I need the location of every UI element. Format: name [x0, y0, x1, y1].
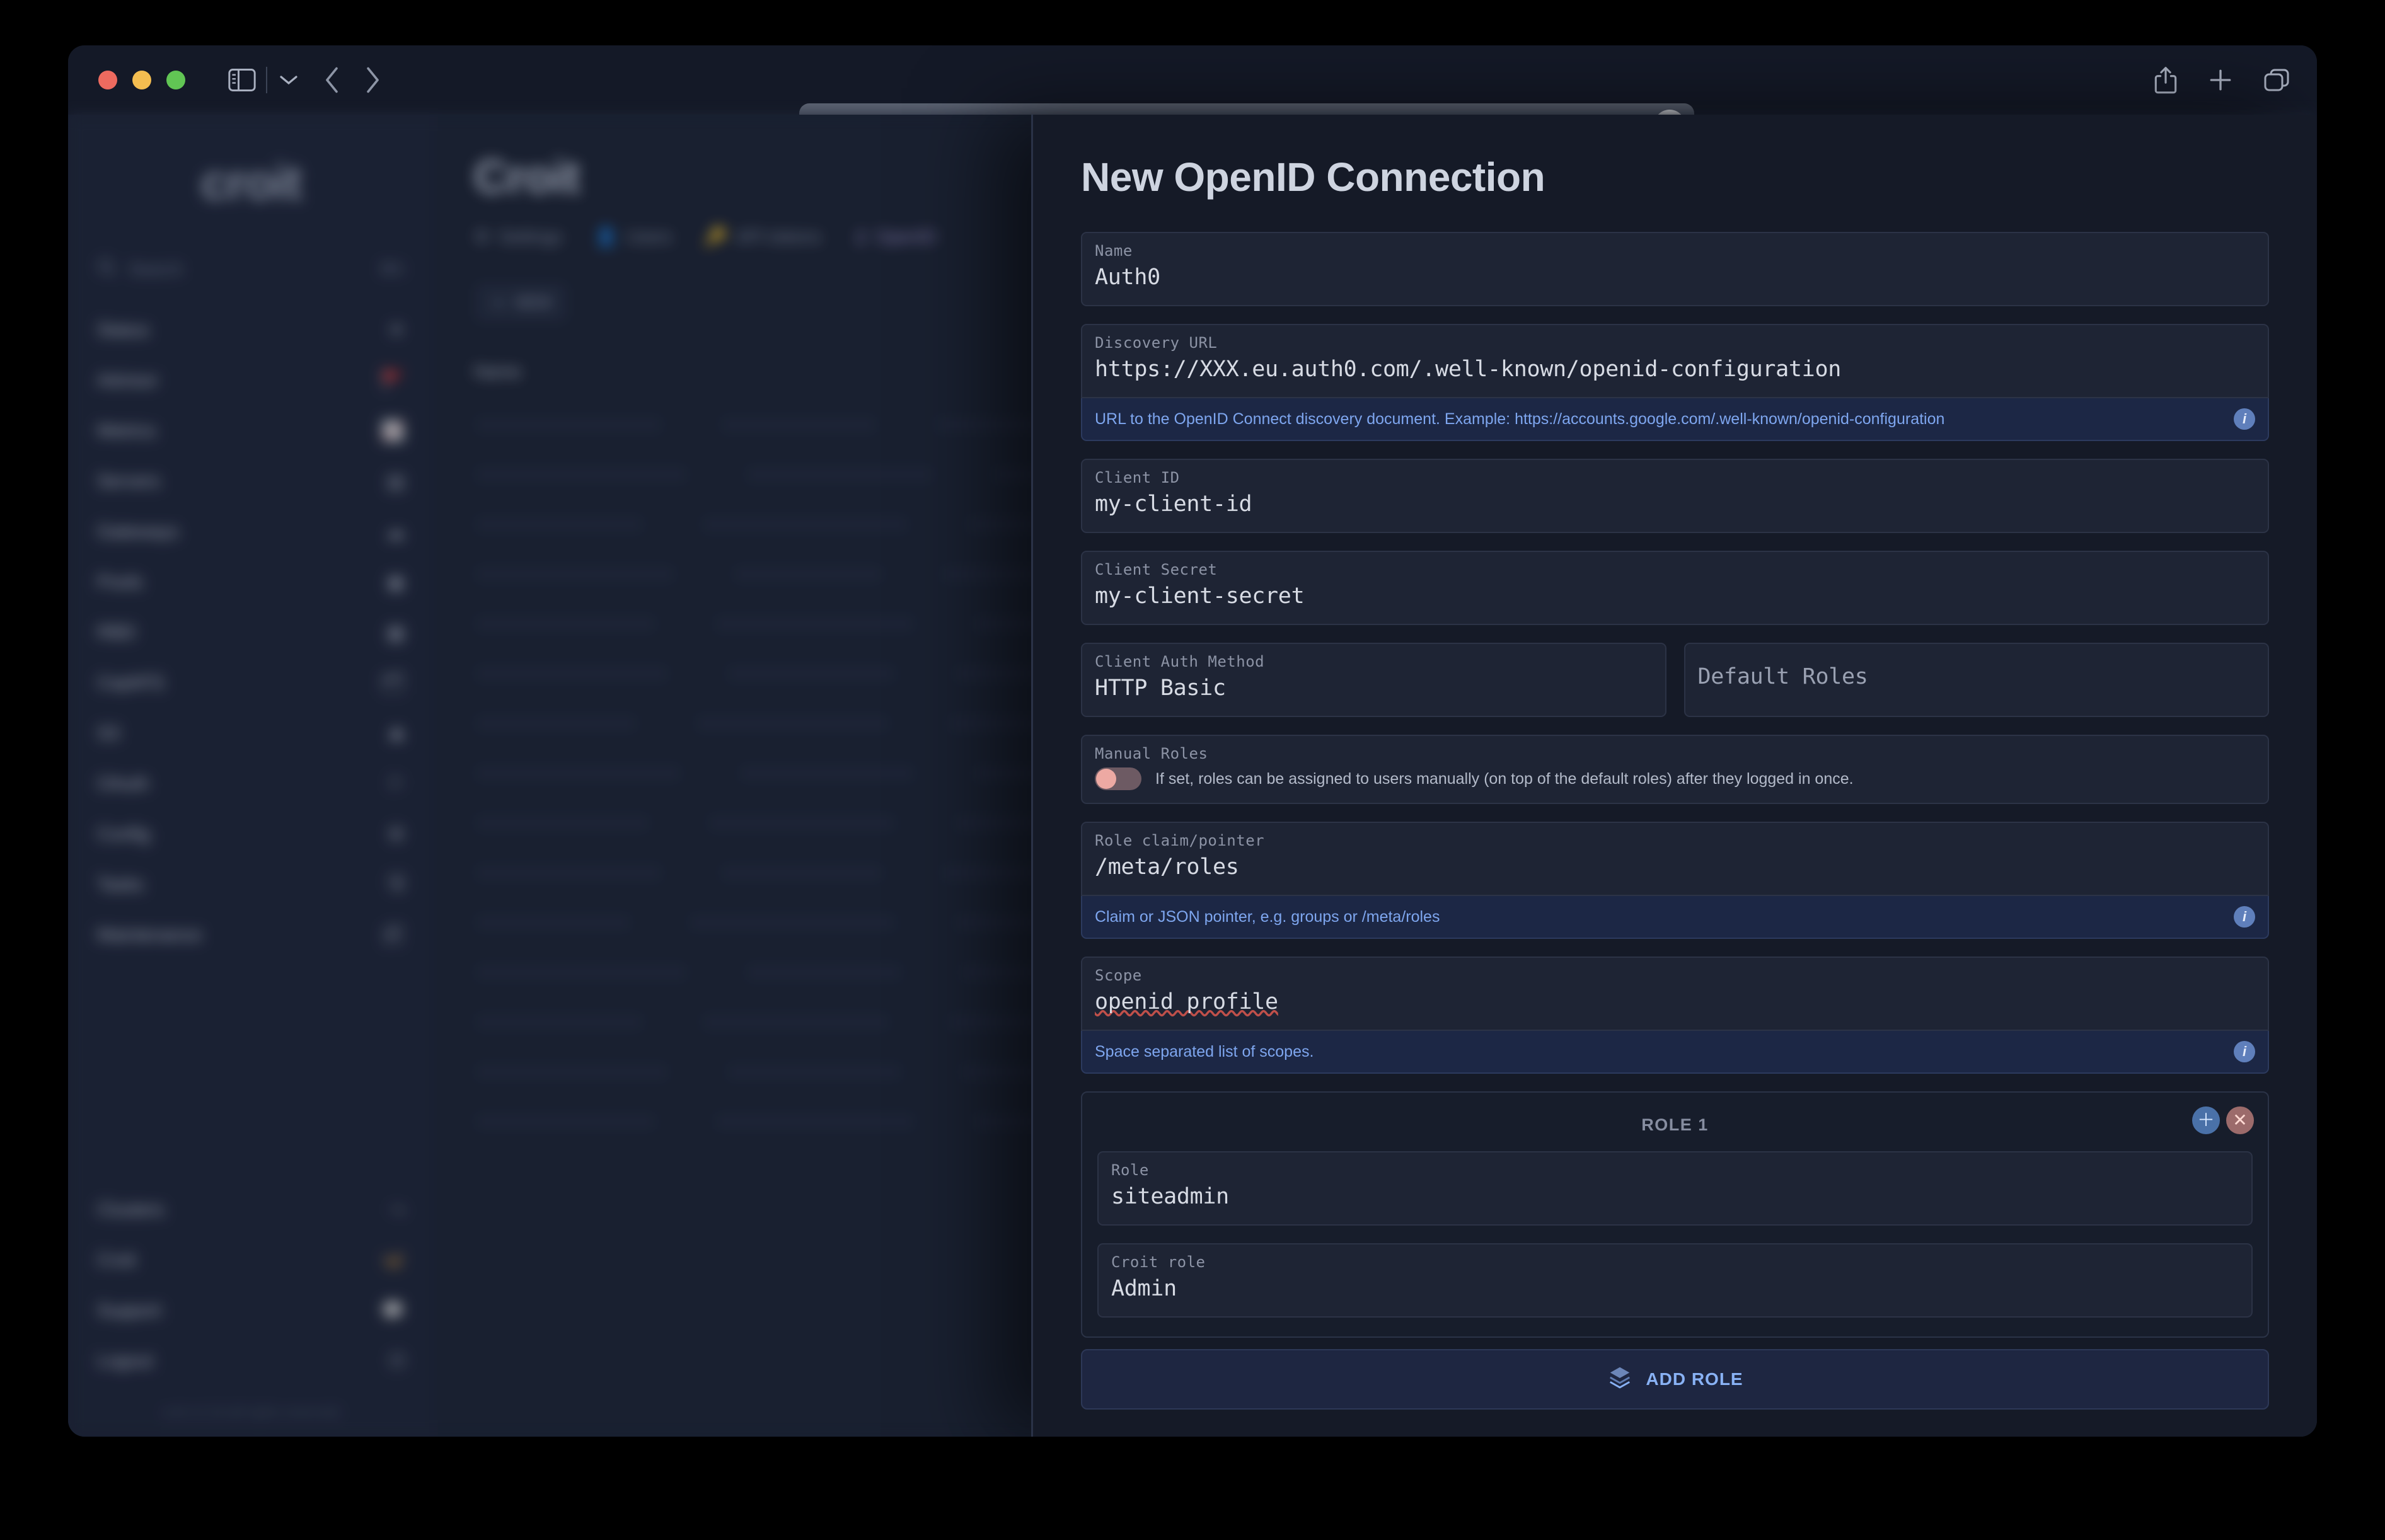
info-icon[interactable]: i	[2234, 408, 2255, 430]
client-id-label: Client ID	[1095, 469, 2255, 486]
sidebar-toggle-icon[interactable]	[228, 68, 256, 92]
manual-roles-toggle[interactable]	[1095, 767, 1141, 790]
browser-titlebar: localhost:8080/croit/openid/?pagination=…	[68, 45, 2317, 115]
minimize-window-button[interactable]	[132, 71, 151, 89]
role-name-field[interactable]: Role siteadmin	[1097, 1151, 2253, 1226]
auth-roles-row: Client Auth Method HTTP Basic Default Ro…	[1081, 643, 2269, 717]
toolbar-divider	[266, 67, 267, 93]
discovery-url-field[interactable]: Discovery URL https://XXX.eu.auth0.com/.…	[1081, 324, 2269, 398]
role-claim-value: /meta/roles	[1095, 854, 2255, 882]
default-roles-field[interactable]: Default Roles	[1684, 643, 2270, 717]
role-name-label: Role	[1111, 1161, 2239, 1179]
remove-role-entry-button[interactable]: ✕	[2226, 1106, 2254, 1134]
tab-overview-icon[interactable]	[2263, 67, 2290, 93]
manual-roles-field: Manual Roles If set, roles can be assign…	[1081, 735, 2269, 804]
role-claim-helper: Claim or JSON pointer, e.g. groups or /m…	[1081, 896, 2269, 939]
client-id-field[interactable]: Client ID my-client-id	[1081, 459, 2269, 533]
role-card-title: ROLE 1	[1097, 1109, 2253, 1151]
scope-label: Scope	[1095, 967, 2255, 984]
helper-text: URL to the OpenID Connect discovery docu…	[1095, 410, 1944, 428]
desktop-background: localhost:8080/croit/openid/?pagination=…	[0, 0, 2385, 1540]
safari-browser-window: localhost:8080/croit/openid/?pagination=…	[68, 45, 2317, 1437]
name-value: Auth0	[1095, 265, 2255, 292]
client-secret-label: Client Secret	[1095, 561, 2255, 578]
croit-role-value: Admin	[1111, 1276, 2239, 1304]
client-auth-method-value: HTTP Basic	[1095, 675, 1653, 703]
role-card-actions: ＋ ✕	[2192, 1106, 2254, 1134]
info-icon[interactable]: i	[2234, 1041, 2255, 1062]
name-label: Name	[1095, 242, 2255, 260]
new-tab-icon[interactable]	[2207, 67, 2234, 93]
page-body: croit Search ⌘K Status ✈	[68, 115, 2317, 1437]
name-field[interactable]: Name Auth0	[1081, 232, 2269, 306]
chevron-down-icon[interactable]	[279, 74, 299, 86]
add-role-entry-button[interactable]: ＋	[2192, 1106, 2220, 1134]
croit-role-label: Croit role	[1111, 1253, 2239, 1271]
window-controls	[98, 71, 185, 89]
back-button[interactable]	[323, 66, 342, 95]
role-name-value: siteadmin	[1111, 1184, 2239, 1212]
manual-roles-description: If set, roles can be assigned to users m…	[1155, 770, 1854, 788]
role-claim-field[interactable]: Role claim/pointer /meta/roles	[1081, 822, 2269, 896]
role-card: ＋ ✕ ROLE 1 Role siteadmin Croit role Adm…	[1081, 1091, 2269, 1338]
discovery-url-value: https://XXX.eu.auth0.com/.well-known/ope…	[1095, 357, 2255, 384]
client-secret-value: my-client-secret	[1095, 583, 2255, 611]
scope-field[interactable]: Scope openid profile	[1081, 957, 2269, 1031]
add-role-button[interactable]: ADD ROLE	[1081, 1349, 2269, 1410]
forward-button[interactable]	[363, 66, 382, 95]
maximize-window-button[interactable]	[166, 71, 185, 89]
info-icon[interactable]: i	[2234, 906, 2255, 928]
croit-role-field[interactable]: Croit role Admin	[1097, 1243, 2253, 1318]
new-openid-connection-drawer: New OpenID Connection Name Auth0 Discove…	[1031, 115, 2317, 1437]
drawer-title: New OpenID Connection	[1081, 154, 2269, 200]
default-roles-placeholder: Default Roles	[1698, 664, 1868, 692]
discovery-url-helper: URL to the OpenID Connect discovery docu…	[1081, 398, 2269, 441]
manual-roles-toggle-row: If set, roles can be assigned to users m…	[1095, 767, 2255, 790]
share-icon[interactable]	[2153, 66, 2178, 95]
layers-icon	[1607, 1364, 1633, 1395]
helper-text: Claim or JSON pointer, e.g. groups or /m…	[1095, 908, 1440, 926]
client-auth-method-field[interactable]: Client Auth Method HTTP Basic	[1081, 643, 1666, 717]
client-secret-field[interactable]: Client Secret my-client-secret	[1081, 551, 2269, 625]
helper-text: Space separated list of scopes.	[1095, 1043, 1314, 1061]
client-auth-method-label: Client Auth Method	[1095, 653, 1653, 670]
client-id-value: my-client-id	[1095, 491, 2255, 519]
scope-value: openid profile	[1095, 989, 2255, 1017]
scope-helper: Space separated list of scopes. i	[1081, 1031, 2269, 1074]
role-claim-label: Role claim/pointer	[1095, 832, 2255, 849]
discovery-url-label: Discovery URL	[1095, 334, 2255, 352]
add-role-label: ADD ROLE	[1646, 1369, 1743, 1389]
manual-roles-label: Manual Roles	[1095, 745, 2255, 762]
browser-toolbar-right	[2153, 45, 2290, 115]
close-window-button[interactable]	[98, 71, 117, 89]
